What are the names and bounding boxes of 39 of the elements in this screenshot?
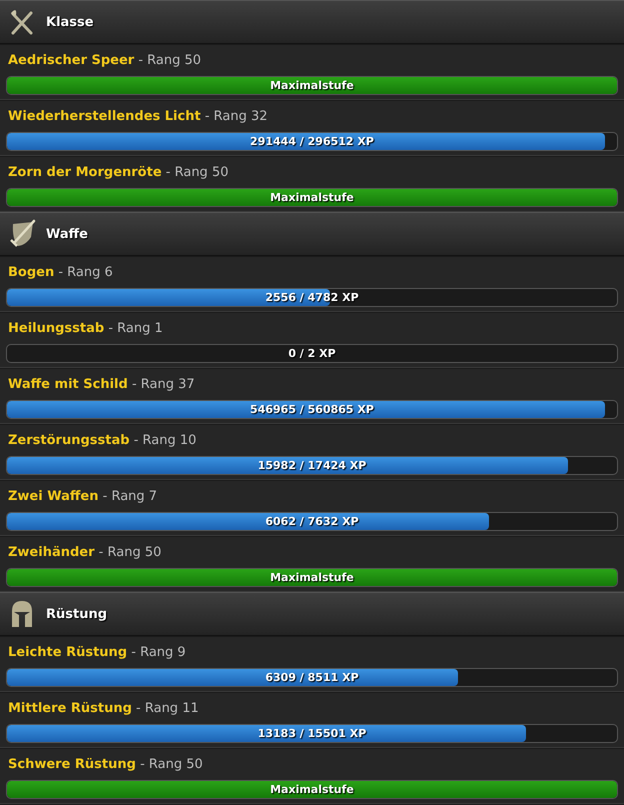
- skill-name: Heilungsstab: [8, 321, 104, 336]
- progress-label: 15982 / 17424 XP: [258, 458, 366, 474]
- skill-name: Waffe mit Schild: [8, 377, 128, 392]
- progress-label: 546965 / 560865 XP: [250, 402, 374, 418]
- skill-name: Zweihänder: [8, 545, 95, 560]
- progress-label: 13183 / 15501 XP: [258, 726, 366, 742]
- progress-label: 0 / 2 XP: [288, 346, 336, 362]
- skill-rank: - Rang 37: [132, 377, 195, 392]
- skill-rank: - Rang 10: [134, 433, 196, 448]
- skill-name: Leichte Rüstung: [8, 645, 128, 660]
- skill-rank: - Rang 32: [204, 109, 268, 124]
- skill-name: Bogen: [8, 265, 54, 280]
- skill-rank: - Rang 1: [108, 321, 163, 336]
- skill-name: Mittlere Rüstung: [8, 701, 132, 716]
- skill-name: Zerstörungsstab: [8, 433, 130, 448]
- skill-rank: - Rang 9: [131, 645, 186, 660]
- skill-name: Schwere Rüstung: [8, 757, 136, 772]
- skill-rank: - Rang 11: [136, 701, 199, 716]
- progress-label: 6062 / 7632 XP: [265, 514, 359, 530]
- progress-label: Maximalstufe: [270, 570, 354, 586]
- skill-rank: - Rang 50: [140, 757, 203, 772]
- progress-label: Maximalstufe: [270, 78, 354, 94]
- skill-rank: - Rang 7: [102, 489, 158, 504]
- progress-label: Maximalstufe: [270, 190, 354, 206]
- skill-rank: - Rang 6: [58, 265, 113, 280]
- skill-rank: - Rang 50: [166, 165, 228, 180]
- shield-sword-icon: [8, 219, 36, 249]
- progress-label: 291444 / 296512 XP: [250, 134, 374, 150]
- skill-name: Aedrischer Speer: [8, 53, 134, 68]
- progress-label: Maximalstufe: [270, 782, 354, 798]
- skill-name: Wiederherstellendes Licht: [8, 109, 201, 124]
- section-title: Rüstung: [46, 606, 108, 622]
- section-title: Klasse: [46, 14, 94, 30]
- skill-rank: - Rang 50: [98, 545, 162, 560]
- progress-label: 6309 / 8511 XP: [265, 670, 359, 686]
- skill-name: Zorn der Morgenröte: [8, 165, 162, 180]
- skill-rank: - Rang 50: [138, 53, 202, 68]
- section-title: Waffe: [46, 226, 88, 242]
- skill-name: Zwei Waffen: [8, 489, 98, 504]
